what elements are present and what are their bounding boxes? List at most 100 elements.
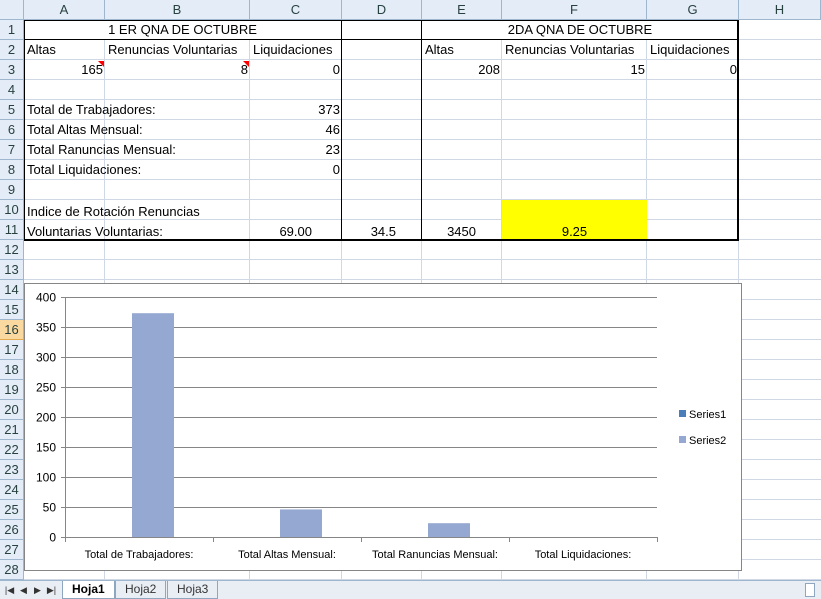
first-sheet-icon[interactable]: |◀ [4, 583, 15, 597]
cell-a3[interactable]: 165 [24, 60, 105, 80]
row-header-6[interactable]: 6 [0, 120, 24, 140]
y-tick-label: 0 [49, 531, 56, 545]
row-header-4[interactable]: 4 [0, 80, 24, 100]
table-border-bottom [24, 239, 739, 241]
y-tick-label: 200 [36, 411, 56, 425]
row-header-10[interactable]: 10 [0, 200, 24, 220]
row-header-28[interactable]: 28 [0, 560, 24, 580]
cell-a10[interactable]: Indice de Rotación Renuncias [24, 202, 250, 222]
row-header-24[interactable]: 24 [0, 480, 24, 500]
y-tick-label: 350 [36, 321, 56, 335]
row-header-8[interactable]: 8 [0, 160, 24, 180]
bar-series2 [132, 313, 174, 537]
x-category-label: Total de Trabajadores: [85, 549, 194, 561]
tab-hoja1[interactable]: Hoja1 [62, 581, 115, 599]
col-header-g[interactable]: G [647, 0, 739, 20]
legend-swatch-series1 [679, 410, 686, 417]
cell-c3[interactable]: 0 [250, 60, 342, 80]
bar-series2 [280, 509, 322, 537]
col-header-e[interactable]: E [422, 0, 502, 20]
row-header-22[interactable]: 22 [0, 440, 24, 460]
row-header-21[interactable]: 21 [0, 420, 24, 440]
tab-hoja2[interactable]: Hoja2 [115, 581, 167, 599]
row-header-13[interactable]: 13 [0, 260, 24, 280]
row-header-17[interactable]: 17 [0, 340, 24, 360]
sheet-tab-bar: |◀ ◀ ▶ ▶| Hoja1 Hoja2 Hoja3 [0, 580, 821, 599]
horizontal-scrollbar[interactable] [805, 583, 815, 597]
row-header-15[interactable]: 15 [0, 300, 24, 320]
next-sheet-icon[interactable]: ▶ [32, 583, 43, 597]
prev-sheet-icon[interactable]: ◀ [18, 583, 29, 597]
cell-e1-merged-title[interactable]: 2DA QNA DE OCTUBRE [422, 20, 738, 40]
table-border-mid2 [421, 20, 422, 240]
cell-c2[interactable]: Liquidaciones [250, 40, 342, 60]
table-border-top [24, 20, 739, 21]
table-border-mid1 [341, 20, 342, 240]
x-category-label: Total Ranuncias Mensual: [372, 549, 498, 561]
col-header-d[interactable]: D [342, 0, 422, 20]
y-tick-label: 400 [36, 291, 56, 305]
cell-f2[interactable]: Renuncias Voluntarias [502, 40, 647, 60]
cell-c7[interactable]: 23 [250, 140, 342, 160]
col-header-c[interactable]: C [250, 0, 342, 20]
y-tick-label: 100 [36, 471, 56, 485]
col-header-b[interactable]: B [105, 0, 250, 20]
row-header-20[interactable]: 20 [0, 400, 24, 420]
tab-hoja3[interactable]: Hoja3 [167, 581, 219, 599]
row-header-5[interactable]: 5 [0, 100, 24, 120]
col-header-h[interactable]: H [739, 0, 821, 20]
row-header-11[interactable]: 11 [0, 220, 24, 240]
col-header-a[interactable]: A [24, 0, 105, 20]
cell-b3[interactable]: 8 [105, 60, 250, 80]
row-header-9[interactable]: 9 [0, 180, 24, 200]
table-border-left [24, 20, 25, 240]
cell-a1-merged-title[interactable]: 1 ER QNA DE OCTUBRE [24, 20, 341, 40]
legend-label-series1: Series1 [689, 409, 726, 421]
cell-b2[interactable]: Renuncias Voluntarias [105, 40, 250, 60]
cell-a6[interactable]: Total Altas Mensual: [24, 120, 250, 140]
col-header-f[interactable]: F [502, 0, 647, 20]
x-category-label: Total Liquidaciones: [535, 549, 632, 561]
row-header-25[interactable]: 25 [0, 500, 24, 520]
row-header-19[interactable]: 19 [0, 380, 24, 400]
row-header-7[interactable]: 7 [0, 140, 24, 160]
table-border-right [737, 20, 739, 241]
row-header-14[interactable]: 14 [0, 280, 24, 300]
row-header-3[interactable]: 3 [0, 60, 24, 80]
y-tick-label: 150 [36, 441, 56, 455]
row-header-26[interactable]: 26 [0, 520, 24, 540]
row-header-23[interactable]: 23 [0, 460, 24, 480]
legend-label-series2: Series2 [689, 435, 726, 447]
last-sheet-icon[interactable]: ▶| [46, 583, 57, 597]
row-header-16[interactable]: 16 [0, 320, 24, 340]
row-header-18[interactable]: 18 [0, 360, 24, 380]
cell-g3[interactable]: 0 [647, 60, 739, 80]
cell-a2[interactable]: Altas [24, 40, 105, 60]
bar-chart[interactable]: 0 50 100 150 200 250 300 350 400 Total de Trabaja… [24, 283, 742, 571]
cell-a8[interactable]: Total Liquidaciones: [24, 160, 250, 180]
comment-indicator-icon[interactable] [243, 61, 249, 67]
cell-e3[interactable]: 208 [422, 60, 502, 80]
table-border-row1 [24, 39, 739, 40]
y-tick-label: 50 [43, 501, 57, 515]
cell-g2[interactable]: Liquidaciones [647, 40, 739, 60]
y-tick-label: 300 [36, 351, 56, 365]
bar-series2 [428, 523, 470, 537]
cell-c5[interactable]: 373 [250, 100, 342, 120]
cell-a7[interactable]: Total Ranuncias Mensual: [24, 140, 250, 160]
row-header-2[interactable]: 2 [0, 40, 24, 60]
cell-c6[interactable]: 46 [250, 120, 342, 140]
legend-swatch-series2 [679, 436, 686, 443]
select-all-corner[interactable] [0, 0, 24, 20]
y-tick-label: 250 [36, 381, 56, 395]
cell-a5[interactable]: Total de Trabajadores: [24, 100, 250, 120]
row-header-12[interactable]: 12 [0, 240, 24, 260]
chart-svg: 0 50 100 150 200 250 300 350 400 Total de Trabaja… [36, 291, 726, 562]
cell-c8[interactable]: 0 [250, 160, 342, 180]
cell-e2[interactable]: Altas [422, 40, 502, 60]
x-category-label: Total Altas Mensual: [238, 549, 336, 561]
cell-f3[interactable]: 15 [502, 60, 647, 80]
comment-indicator-icon[interactable] [98, 61, 104, 67]
row-header-1[interactable]: 1 [0, 20, 24, 40]
row-header-27[interactable]: 27 [0, 540, 24, 560]
